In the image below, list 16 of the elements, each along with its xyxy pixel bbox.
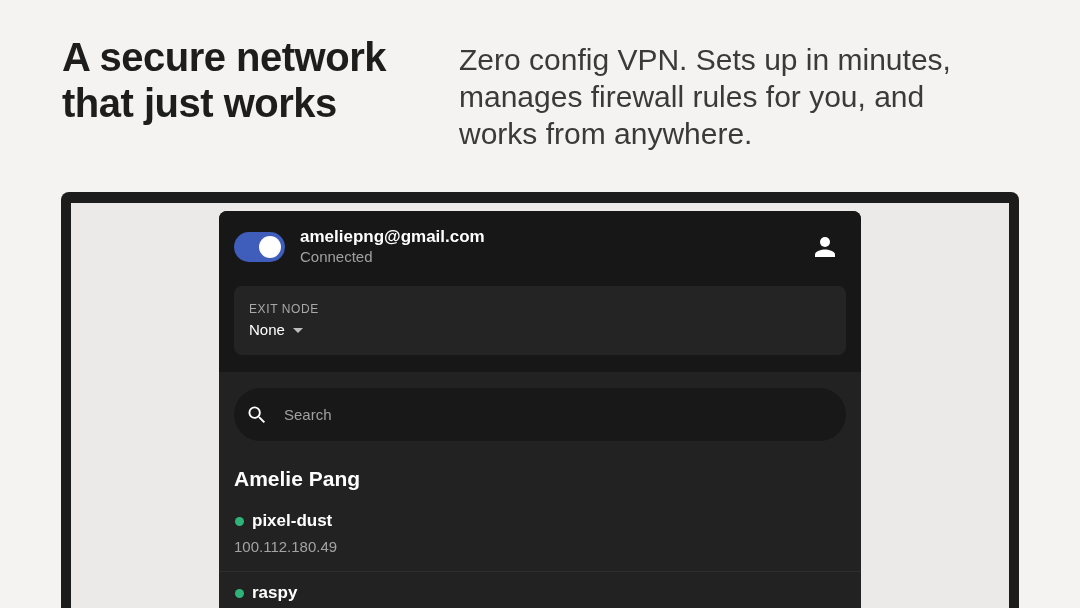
exit-node-dropdown[interactable]: None	[249, 320, 303, 340]
headline: A secure network that just works	[62, 34, 388, 126]
search-icon	[248, 405, 266, 424]
caret-icon	[292, 327, 303, 333]
person-icon[interactable]	[815, 237, 835, 257]
exit-node-label: EXIT NODE	[249, 302, 319, 316]
description: Zero config VPN. Sets up in minutes, manages firewall rules for you, and works from anywhere.	[459, 42, 952, 152]
user-name: Amelie Pang	[234, 466, 361, 492]
device-name[interactable]: pixel-dust	[252, 510, 333, 532]
search-field[interactable]: Search	[234, 388, 846, 441]
account-email: ameliepng@gmail.com	[300, 227, 485, 247]
device-name[interactable]: raspy	[252, 582, 298, 604]
toggle-switch[interactable]	[234, 232, 285, 262]
connection-status: Connected	[300, 247, 373, 267]
device-address: 100.112.180.49	[234, 537, 338, 557]
search-input[interactable]: Search	[284, 402, 826, 427]
